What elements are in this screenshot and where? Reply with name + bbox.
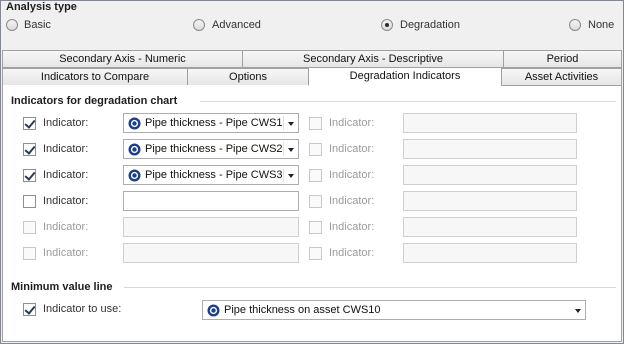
indicator-label-secondary: Indicator: bbox=[329, 143, 375, 155]
radio-basic-label: Basic bbox=[24, 19, 51, 31]
indicator-label-secondary: Indicator: bbox=[329, 195, 375, 207]
indicator-dropdown bbox=[123, 217, 299, 237]
indicator-checkbox[interactable] bbox=[23, 247, 36, 260]
indicator-dropdown-secondary bbox=[403, 191, 577, 211]
indicator-checkbox-secondary[interactable] bbox=[309, 221, 322, 234]
tab-asset-activities[interactable]: Asset Activities bbox=[501, 68, 622, 86]
radio-none-label: None bbox=[588, 19, 615, 31]
indicator-label: Indicator: bbox=[43, 143, 89, 155]
minimum-indicator-dropdown[interactable]: Pipe thickness on asset CWS10 bbox=[202, 300, 586, 320]
analysis-type-title: Analysis type bbox=[6, 1, 77, 13]
dropdown-separator bbox=[283, 168, 284, 182]
indicator-label: Indicator: bbox=[43, 117, 89, 129]
tab-indicators-to-compare[interactable]: Indicators to Compare bbox=[2, 68, 188, 86]
radio-degradation[interactable]: Degradation bbox=[381, 19, 481, 33]
indicator-checkbox-secondary[interactable] bbox=[309, 247, 322, 260]
indicator-dropdown[interactable]: Pipe thickness - Pipe CWS30 bbox=[123, 165, 299, 185]
indicator-label: Indicator: bbox=[43, 195, 89, 207]
indicator-dropdown-secondary bbox=[403, 217, 577, 237]
indicator-label: Indicator: bbox=[43, 247, 89, 259]
chevron-down-icon[interactable] bbox=[575, 309, 581, 313]
indicator-label-secondary: Indicator: bbox=[329, 247, 375, 259]
indicator-label-secondary: Indicator: bbox=[329, 169, 375, 181]
minimum-use-label: Indicator to use: bbox=[43, 303, 122, 315]
radio-none[interactable]: None bbox=[569, 19, 624, 33]
radio-advanced-label: Advanced bbox=[212, 19, 261, 31]
indicator-checkbox[interactable] bbox=[23, 195, 36, 208]
indicator-label: Indicator: bbox=[43, 221, 89, 233]
minimum-use-checkbox[interactable] bbox=[23, 303, 36, 316]
indicator-checkbox[interactable] bbox=[23, 221, 36, 234]
dropdown-separator bbox=[283, 142, 284, 156]
indicator-checkbox[interactable] bbox=[23, 169, 36, 182]
chevron-down-icon[interactable] bbox=[288, 122, 294, 126]
radio-advanced[interactable]: Advanced bbox=[193, 19, 293, 33]
radio-degradation-label: Degradation bbox=[400, 19, 460, 31]
indicator-dropdown-value: Pipe thickness - Pipe CWS30 bbox=[145, 169, 282, 181]
degradation-section-divider bbox=[200, 101, 616, 102]
indicator-dropdown[interactable]: Pipe thickness - Pipe CWS20 bbox=[123, 139, 299, 159]
minimum-indicator-value: Pipe thickness on asset CWS10 bbox=[224, 304, 381, 316]
indicator-dropdown[interactable]: Pipe thickness - Pipe CWS10 bbox=[123, 113, 299, 133]
tab-options[interactable]: Options bbox=[187, 68, 309, 86]
indicator-checkbox-secondary[interactable] bbox=[309, 143, 322, 156]
chevron-down-icon[interactable] bbox=[288, 174, 294, 178]
indicator-checkbox-secondary[interactable] bbox=[309, 169, 322, 182]
indicator-checkbox-secondary[interactable] bbox=[309, 195, 322, 208]
indicator-checkbox[interactable] bbox=[23, 143, 36, 156]
radio-basic-circle[interactable] bbox=[6, 19, 18, 31]
indicator-dropdown-secondary bbox=[403, 165, 577, 185]
indicator-dropdown bbox=[123, 243, 299, 263]
indicator-dropdown[interactable] bbox=[123, 191, 299, 211]
tab-degradation-indicators[interactable]: Degradation Indicators bbox=[308, 67, 502, 86]
radio-none-circle[interactable] bbox=[569, 19, 581, 31]
tab-secondary-axis-descriptive[interactable]: Secondary Axis - Descriptive bbox=[242, 50, 504, 68]
globe-icon bbox=[128, 117, 141, 130]
chevron-down-icon[interactable] bbox=[288, 148, 294, 152]
indicator-dropdown-value: Pipe thickness - Pipe CWS10 bbox=[145, 117, 282, 129]
globe-icon bbox=[207, 304, 220, 317]
degradation-section-title: Indicators for degradation chart bbox=[11, 95, 178, 107]
indicator-label-secondary: Indicator: bbox=[329, 117, 375, 129]
radio-advanced-circle[interactable] bbox=[193, 19, 205, 31]
indicator-dropdown-value: Pipe thickness - Pipe CWS20 bbox=[145, 143, 282, 155]
indicator-label: Indicator: bbox=[43, 169, 89, 181]
indicator-checkbox-secondary[interactable] bbox=[309, 117, 322, 130]
indicator-dropdown-secondary bbox=[403, 139, 577, 159]
indicator-label-secondary: Indicator: bbox=[329, 221, 375, 233]
globe-icon bbox=[128, 169, 141, 182]
minimum-section-divider bbox=[124, 287, 616, 288]
indicator-dropdown-secondary bbox=[403, 113, 577, 133]
radio-basic[interactable]: Basic bbox=[6, 19, 106, 33]
indicator-checkbox[interactable] bbox=[23, 117, 36, 130]
radio-degradation-circle[interactable] bbox=[381, 19, 393, 31]
indicator-dropdown-secondary bbox=[403, 243, 577, 263]
globe-icon bbox=[128, 143, 141, 156]
dropdown-separator bbox=[283, 116, 284, 130]
minimum-section-title: Minimum value line bbox=[11, 281, 113, 293]
tab-secondary-axis-numeric[interactable]: Secondary Axis - Numeric bbox=[2, 50, 243, 68]
tab-period[interactable]: Period bbox=[503, 50, 622, 68]
